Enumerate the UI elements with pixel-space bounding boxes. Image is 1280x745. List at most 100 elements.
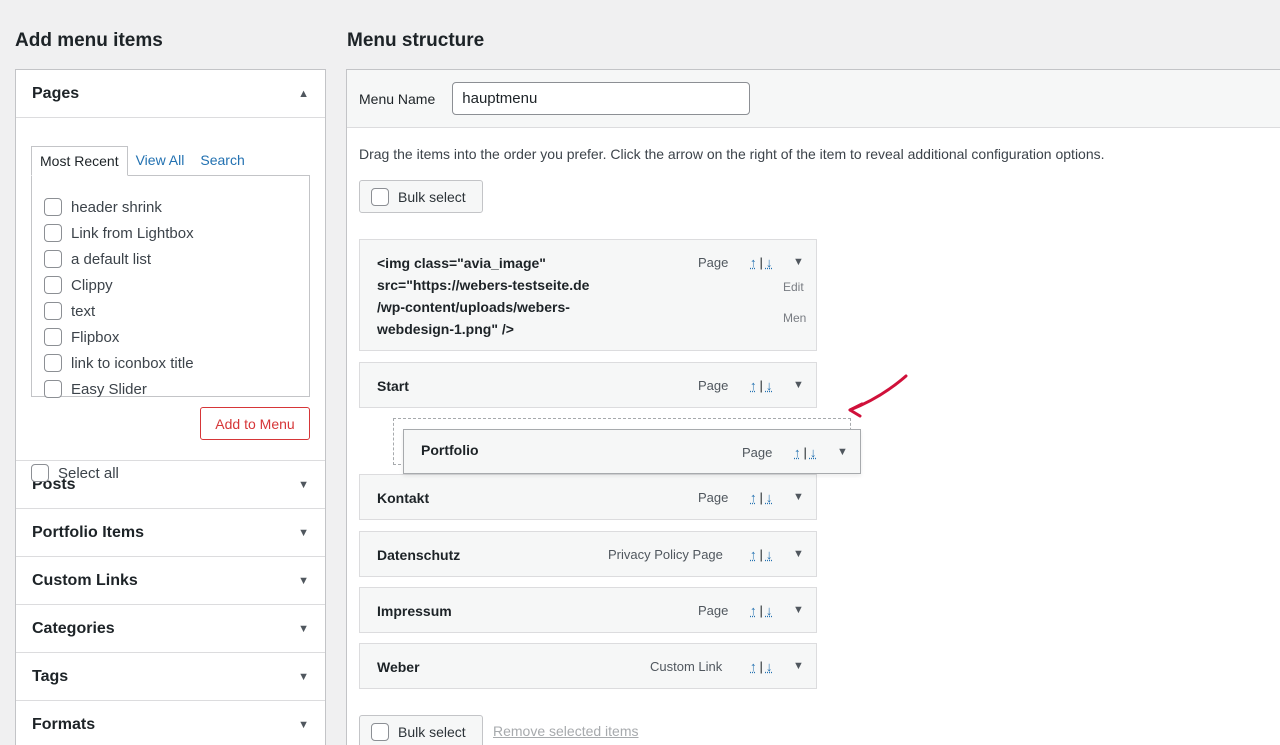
accordion-formats[interactable]: Formats ▼ xyxy=(16,701,325,745)
bulk-select-checkbox[interactable] xyxy=(371,722,389,741)
move-up-icon[interactable]: ↑ xyxy=(794,445,801,460)
annotation-arrow-icon xyxy=(848,374,908,418)
add-to-menu-button[interactable]: Add to Menu xyxy=(200,407,310,440)
move-up-icon[interactable]: ↑ xyxy=(750,659,757,674)
move-down-icon[interactable]: ↓ xyxy=(766,659,773,674)
move-up-icon[interactable]: ↑ xyxy=(750,255,757,270)
list-item[interactable]: a default list xyxy=(44,246,309,272)
bulk-select-checkbox[interactable] xyxy=(371,187,389,206)
accordion-label: Formats xyxy=(32,715,96,733)
list-item[interactable]: Link from Lightbox xyxy=(44,220,309,246)
list-item[interactable]: Easy Slider xyxy=(44,376,309,402)
checkbox[interactable] xyxy=(44,198,62,216)
move-down-icon[interactable]: ↓ xyxy=(766,378,773,393)
move-down-icon[interactable]: ↓ xyxy=(766,255,773,270)
checkbox[interactable] xyxy=(44,302,62,320)
list-item[interactable]: Clippy xyxy=(44,272,309,298)
move-separator: | xyxy=(759,378,763,393)
accordion-categories[interactable]: Categories ▼ xyxy=(16,605,325,653)
move-separator: | xyxy=(759,490,763,505)
triangle-down-icon: ▼ xyxy=(298,526,309,539)
menu-link[interactable]: Men xyxy=(783,311,806,325)
menu-item-title: Portfolio xyxy=(421,442,479,458)
checkbox[interactable] xyxy=(44,328,62,346)
triangle-down-icon[interactable]: ▼ xyxy=(793,660,804,672)
menu-item-title-line: /wp-content/uploads/webers- xyxy=(377,299,570,315)
menu-item-title-line: <img class="avia_image" xyxy=(377,255,546,271)
triangle-down-icon[interactable]: ▼ xyxy=(837,446,848,458)
menu-item-type: Privacy Policy Page xyxy=(608,547,723,562)
move-controls: ↑ | ↓ xyxy=(750,378,772,393)
list-item-label: link to iconbox title xyxy=(71,354,194,372)
menu-item[interactable]: Start Page ↑ | ↓ ▼ xyxy=(359,362,817,408)
tab-most-recent[interactable]: Most Recent xyxy=(31,146,128,176)
list-item[interactable]: Flipbox xyxy=(44,324,309,350)
triangle-down-icon: ▼ xyxy=(298,478,309,491)
list-item-label: Flipbox xyxy=(71,328,120,346)
move-up-icon[interactable]: ↑ xyxy=(750,603,757,618)
tab-search[interactable]: Search xyxy=(192,146,252,176)
triangle-down-icon[interactable]: ▼ xyxy=(793,491,804,503)
menu-item[interactable]: <img class="avia_image" src="https://web… xyxy=(359,239,817,351)
accordion-portfolio-items[interactable]: Portfolio Items ▼ xyxy=(16,509,325,557)
move-down-icon[interactable]: ↓ xyxy=(810,445,817,460)
accordion-tags[interactable]: Tags ▼ xyxy=(16,653,325,701)
menu-name-bar: Menu Name hauptmenu xyxy=(347,70,1280,128)
bulk-select-button[interactable]: Bulk select xyxy=(359,180,483,213)
triangle-down-icon: ▼ xyxy=(298,574,309,587)
list-item[interactable]: link to iconbox title xyxy=(44,350,309,376)
tab-view-all[interactable]: View All xyxy=(128,146,193,176)
move-controls: ↑ | ↓ xyxy=(750,547,772,562)
menu-item[interactable]: Impressum Page ↑ | ↓ ▼ xyxy=(359,587,817,633)
add-menu-items-heading: Add menu items xyxy=(15,30,163,51)
menu-item[interactable]: Datenschutz Privacy Policy Page ↑ | ↓ ▼ xyxy=(359,531,817,577)
dragging-menu-item[interactable]: Portfolio Page ↑ | ↓ ▼ xyxy=(403,429,861,474)
menu-item[interactable]: Kontakt Page ↑ | ↓ ▼ xyxy=(359,474,817,520)
checkbox[interactable] xyxy=(44,250,62,268)
menu-item-title: Impressum xyxy=(377,603,452,619)
bulk-select-button-bottom[interactable]: Bulk select xyxy=(359,715,483,745)
triangle-down-icon: ▼ xyxy=(298,670,309,683)
bulk-select-label: Bulk select xyxy=(398,723,466,740)
triangle-down-icon: ▼ xyxy=(298,622,309,635)
move-up-icon[interactable]: ↑ xyxy=(750,490,757,505)
move-down-icon[interactable]: ↓ xyxy=(766,490,773,505)
triangle-down-icon[interactable]: ▼ xyxy=(793,548,804,560)
move-up-icon[interactable]: ↑ xyxy=(750,547,757,562)
menu-item-title-line: webdesign-1.png" /> xyxy=(377,321,514,337)
triangle-down-icon[interactable]: ▼ xyxy=(793,604,804,616)
select-all-checkbox[interactable] xyxy=(31,464,49,482)
checkbox[interactable] xyxy=(44,224,62,242)
remove-selected-link[interactable]: Remove selected items xyxy=(493,723,639,739)
menu-name-input[interactable]: hauptmenu xyxy=(452,82,751,115)
bulk-select-label: Bulk select xyxy=(398,188,466,205)
accordion-pages[interactable]: Pages ▲ xyxy=(16,70,325,118)
menu-item-title: Kontakt xyxy=(377,490,430,506)
checkbox[interactable] xyxy=(44,276,62,294)
select-all[interactable]: Select all xyxy=(31,464,119,482)
edit-link[interactable]: Edit xyxy=(783,280,804,294)
menu-item-type: Page xyxy=(698,255,729,270)
move-down-icon[interactable]: ↓ xyxy=(766,547,773,562)
triangle-down-icon: ▼ xyxy=(298,718,309,731)
move-separator: | xyxy=(759,603,763,618)
move-controls: ↑ | ↓ xyxy=(750,490,772,505)
accordion-custom-links[interactable]: Custom Links ▼ xyxy=(16,557,325,605)
list-item[interactable]: text xyxy=(44,298,309,324)
checkbox[interactable] xyxy=(44,380,62,398)
select-all-label: Select all xyxy=(58,464,119,482)
menu-item-type: Page xyxy=(698,490,729,505)
move-separator: | xyxy=(759,659,763,674)
triangle-down-icon[interactable]: ▼ xyxy=(793,379,804,391)
move-controls: ↑ | ↓ xyxy=(750,659,772,674)
move-down-icon[interactable]: ↓ xyxy=(766,603,773,618)
move-controls: ↑ | ↓ xyxy=(750,603,772,618)
list-item[interactable]: header shrink xyxy=(44,194,309,220)
list-item-label: a default list xyxy=(71,250,152,268)
move-up-icon[interactable]: ↑ xyxy=(750,378,757,393)
menu-item-title: Weber xyxy=(377,659,420,675)
checkbox[interactable] xyxy=(44,354,62,372)
menu-item-type: Page xyxy=(742,445,773,460)
triangle-down-icon[interactable]: ▼ xyxy=(793,256,804,268)
menu-item[interactable]: Weber Custom Link ↑ | ↓ ▼ xyxy=(359,643,817,689)
